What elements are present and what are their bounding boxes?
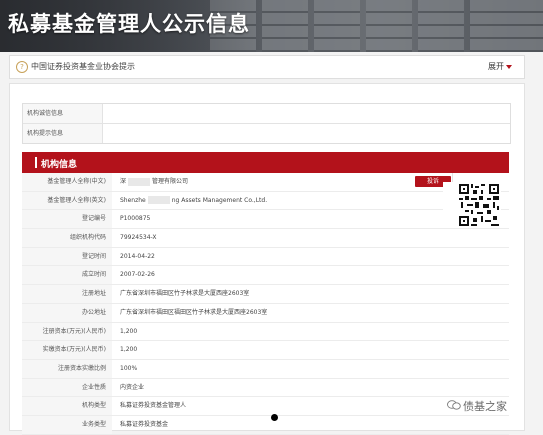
table-row: 机构类型 私募证券投资基金管理人 bbox=[22, 397, 509, 416]
table-row: 成立时间 2007-02-26 bbox=[22, 266, 509, 286]
cabinet-decoration bbox=[262, 0, 308, 52]
value-prefix: Shenzhe bbox=[120, 196, 146, 204]
table-row: 基金管理人全称(中文) 深管理有限公司 投诉 bbox=[22, 173, 509, 192]
table-row: 基金管理人全称(英文) Shenzhe ng Assets Management … bbox=[22, 191, 509, 211]
expand-button[interactable]: 展开 bbox=[488, 61, 504, 72]
cabinet-decoration bbox=[470, 0, 543, 52]
row-label: 机构诚信信息 bbox=[23, 104, 103, 123]
section-header: 机构信息 bbox=[22, 152, 509, 173]
table-row: 登记时间 2014-04-22 bbox=[22, 247, 509, 267]
table-row: 注册资本实缴比例 100% bbox=[22, 359, 509, 379]
row-value: 深 管理有限公司 bbox=[120, 173, 188, 190]
row-label: 机构类型 bbox=[22, 397, 112, 415]
wechat-icon bbox=[447, 400, 461, 410]
table-row: 办公地址 广东省深圳市福田区福田区竹子林求是大厦西座2603室 bbox=[22, 303, 509, 323]
row-label: 组织机构代码 bbox=[22, 229, 112, 247]
watermark-text: 债基之家 bbox=[463, 400, 507, 413]
value-suffix: 管理有限公司 bbox=[152, 178, 189, 185]
notice-text: 中国证券投资基金业协会提示 bbox=[31, 62, 135, 71]
table-row: 机构提示信息 bbox=[23, 124, 510, 143]
cursor-dot bbox=[271, 414, 278, 421]
row-value: 2007-02-26 bbox=[120, 271, 155, 279]
row-label: 实缴资本(万元)(人民币) bbox=[22, 341, 112, 359]
table-row: 注册资本(万元)(人民币) 1,200 bbox=[22, 322, 509, 342]
row-label: 业务类型 bbox=[22, 415, 112, 434]
section-title: 机构信息 bbox=[41, 160, 78, 170]
row-label: 注册资本(万元)(人民币) bbox=[22, 322, 112, 341]
row-value: 1,200 bbox=[120, 327, 138, 335]
row-label: 注册资本实缴比例 bbox=[22, 359, 112, 378]
table-row: 实缴资本(万元)(人民币) 1,200 bbox=[22, 341, 509, 360]
row-label: 基金管理人全称(中文) bbox=[22, 173, 112, 191]
row-value: 私募证券投资基金 bbox=[120, 420, 169, 428]
row-value: 100% bbox=[120, 364, 138, 372]
row-value: Shenzhe ng Assets Management Co.,Ltd. bbox=[120, 192, 267, 209]
row-value: 私募证券投资基金管理人 bbox=[120, 402, 187, 410]
row-label: 成立时间 bbox=[22, 266, 112, 285]
notice-bar[interactable]: ? 中国证券投资基金业协会提示 展开 bbox=[9, 55, 525, 79]
table-row: 机构诚信信息 bbox=[23, 104, 510, 124]
row-value: P1000875 bbox=[120, 215, 151, 223]
row-value: 79924534-X bbox=[120, 234, 157, 242]
cabinet-decoration bbox=[366, 0, 412, 52]
row-value: 1,200 bbox=[120, 346, 138, 354]
row-value: 广东省深圳市福田区福田区竹子林求是大厦西座2603室 bbox=[120, 308, 268, 316]
header-banner: 私募基金管理人公示信息 bbox=[0, 0, 543, 52]
cabinet-decoration bbox=[314, 0, 360, 52]
integrity-info-table: 机构诚信信息 机构提示信息 bbox=[22, 103, 511, 144]
table-row: 组织机构代码 79924534-X bbox=[22, 229, 509, 248]
row-label: 办公地址 bbox=[22, 303, 112, 322]
row-label: 企业性质 bbox=[22, 378, 112, 397]
cabinet-decoration bbox=[418, 0, 464, 52]
section-marker bbox=[35, 157, 37, 168]
row-value: 内资企业 bbox=[120, 383, 145, 391]
institution-info-table: 基金管理人全称(中文) 深管理有限公司 投诉 基金管理人全称(英文) Shenz… bbox=[22, 173, 509, 435]
qr-code-icon bbox=[443, 182, 501, 228]
row-label: 机构提示信息 bbox=[23, 124, 103, 143]
table-row: 注册地址 广东省深圳市福田区竹子林求是大厦西座2603室 bbox=[22, 285, 509, 304]
row-label: 注册地址 bbox=[22, 285, 112, 303]
value-suffix: ng Assets Management Co.,Ltd. bbox=[171, 196, 268, 204]
row-label: 登记编号 bbox=[22, 210, 112, 229]
row-label: 基金管理人全称(英文) bbox=[22, 191, 112, 210]
row-value: 2014-04-22 bbox=[120, 252, 155, 260]
table-row: 登记编号 P1000875 bbox=[22, 210, 509, 230]
chevron-down-icon[interactable] bbox=[506, 65, 512, 69]
redacted-text bbox=[147, 196, 170, 205]
page-title: 私募基金管理人公示信息 bbox=[8, 12, 250, 36]
row-label: 登记时间 bbox=[22, 247, 112, 266]
info-icon: ? bbox=[16, 61, 28, 73]
value-prefix: 深 bbox=[120, 178, 127, 185]
table-row: 业务类型 私募证券投资基金 bbox=[22, 415, 509, 435]
content-panel: 机构诚信信息 机构提示信息 机构信息 基金管理人全称(中文) 深管理有限公司 投… bbox=[9, 83, 525, 435]
table-row: 企业性质 内资企业 bbox=[22, 378, 509, 398]
row-value: 广东省深圳市福田区竹子林求是大厦西座2603室 bbox=[120, 290, 250, 298]
redacted-text bbox=[128, 177, 151, 186]
